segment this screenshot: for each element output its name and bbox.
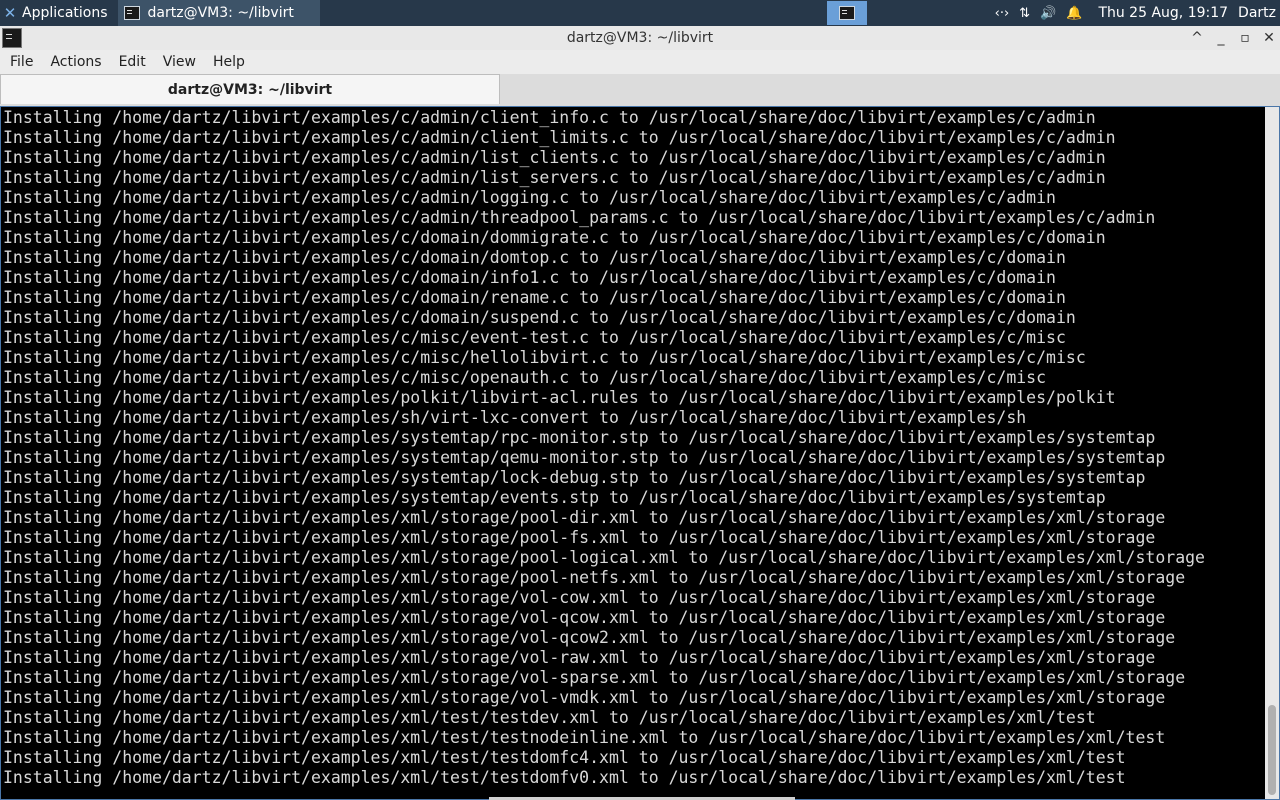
xfce-logo-icon: ✕ [3,4,17,22]
transfer-icon[interactable]: ⇅ [1019,6,1030,21]
menu-edit[interactable]: Edit [119,54,146,70]
taskbar-terminal-label: dartz@VM3: ~/libvirt [147,5,294,21]
terminal-line: Installing /home/dartz/libvirt/examples/… [3,508,1166,527]
terminal-line: Installing /home/dartz/libvirt/examples/… [3,248,1066,267]
terminal-line: Installing /home/dartz/libvirt/examples/… [3,608,1166,627]
maximize-button[interactable]: ▫ [1238,30,1252,46]
terminal-line: Installing /home/dartz/libvirt/examples/… [3,168,1106,187]
terminal-icon [123,6,140,20]
terminal-line: Installing /home/dartz/libvirt/examples/… [3,228,1106,247]
terminal-line: Installing /home/dartz/libvirt/examples/… [3,368,1047,387]
tab-label: dartz@VM3: ~/libvirt [167,81,333,98]
scrollbar[interactable] [1265,107,1279,799]
user-menu[interactable]: Dartz [1238,5,1276,21]
terminal-line: Installing /home/dartz/libvirt/examples/… [3,328,1066,347]
applications-menu-button[interactable]: ✕ Applications [0,0,114,26]
terminal-line: Installing /home/dartz/libvirt/examples/… [3,668,1186,687]
system-tray: ‹·› ⇅ 🔊 🔔 Thu 25 Aug, 19:17 Dartz [995,0,1280,26]
tab-bar: dartz@VM3: ~/libvirt [0,74,1280,106]
workspace-switcher-button[interactable] [827,1,867,25]
shade-button[interactable]: ^ [1190,30,1204,46]
terminal-line: Installing /home/dartz/libvirt/examples/… [3,648,1156,667]
terminal-line: Installing /home/dartz/libvirt/examples/… [3,348,1086,367]
terminal-area[interactable]: Installing /home/dartz/libvirt/examples/… [0,106,1280,800]
terminal-line: Installing /home/dartz/libvirt/examples/… [3,628,1176,647]
window-title: dartz@VM3: ~/libvirt [566,30,714,46]
terminal-line: Installing /home/dartz/libvirt/examples/… [3,408,1027,427]
terminal-line: Installing /home/dartz/libvirt/examples/… [3,688,1166,707]
terminal-line: Installing /home/dartz/libvirt/examples/… [3,448,1166,467]
menu-help[interactable]: Help [213,54,245,70]
tab-terminal[interactable]: dartz@VM3: ~/libvirt [0,74,500,104]
window-controls: ^ _ ▫ ✕ [1190,26,1276,50]
terminal-line: Installing /home/dartz/libvirt/examples/… [3,288,1066,307]
terminal-line: Installing /home/dartz/libvirt/examples/… [3,388,1116,407]
top-panel: ✕ Applications dartz@VM3: ~/libvirt ‹·› … [0,0,1280,26]
terminal-window: dartz@VM3: ~/libvirt ^ _ ▫ ✕ File Action… [0,26,1280,800]
terminal-output[interactable]: Installing /home/dartz/libvirt/examples/… [3,107,1263,799]
terminal-line: Installing /home/dartz/libvirt/examples/… [3,108,1096,127]
terminal-line: Installing /home/dartz/libvirt/examples/… [3,308,1076,327]
terminal-line: Installing /home/dartz/libvirt/examples/… [3,728,1166,747]
menu-file[interactable]: File [10,54,33,70]
minimize-button[interactable]: _ [1214,30,1228,46]
terminal-line: Installing /home/dartz/libvirt/examples/… [3,208,1156,227]
menu-view[interactable]: View [163,54,196,70]
notification-bell-icon[interactable]: 🔔 [1066,6,1082,21]
terminal-line: Installing /home/dartz/libvirt/examples/… [3,188,1056,207]
terminal-line: Installing /home/dartz/libvirt/examples/… [3,568,1186,587]
terminal-line: Installing /home/dartz/libvirt/examples/… [3,128,1116,147]
terminal-line: Installing /home/dartz/libvirt/examples/… [3,488,1106,507]
close-button[interactable]: ✕ [1262,30,1276,46]
menu-actions[interactable]: Actions [50,54,101,70]
terminal-line: Installing /home/dartz/libvirt/examples/… [3,468,1146,487]
terminal-line: Installing /home/dartz/libvirt/examples/… [3,588,1156,607]
terminal-line: Installing /home/dartz/libvirt/examples/… [3,748,1126,767]
menu-bar: File Actions Edit View Help [0,50,1280,74]
taskbar-terminal-button[interactable]: dartz@VM3: ~/libvirt [117,0,320,26]
applications-label: Applications [22,5,108,21]
terminal-line: Installing /home/dartz/libvirt/examples/… [3,768,1126,787]
clock[interactable]: Thu 25 Aug, 19:17 [1098,5,1228,21]
volume-icon[interactable]: 🔊 [1040,6,1056,21]
terminal-line: Installing /home/dartz/libvirt/examples/… [3,708,1096,727]
terminal-line: Installing /home/dartz/libvirt/examples/… [3,528,1156,547]
terminal-line: Installing /home/dartz/libvirt/examples/… [3,428,1156,447]
window-titlebar[interactable]: dartz@VM3: ~/libvirt ^ _ ▫ ✕ [0,26,1280,50]
network-icon[interactable]: ‹·› [995,6,1010,21]
scrollbar-thumb[interactable] [1268,705,1276,795]
terminal-icon [839,6,855,20]
terminal-line: Installing /home/dartz/libvirt/examples/… [3,548,1205,567]
terminal-line: Installing /home/dartz/libvirt/examples/… [3,148,1106,167]
terminal-line: Installing /home/dartz/libvirt/examples/… [3,268,1056,287]
